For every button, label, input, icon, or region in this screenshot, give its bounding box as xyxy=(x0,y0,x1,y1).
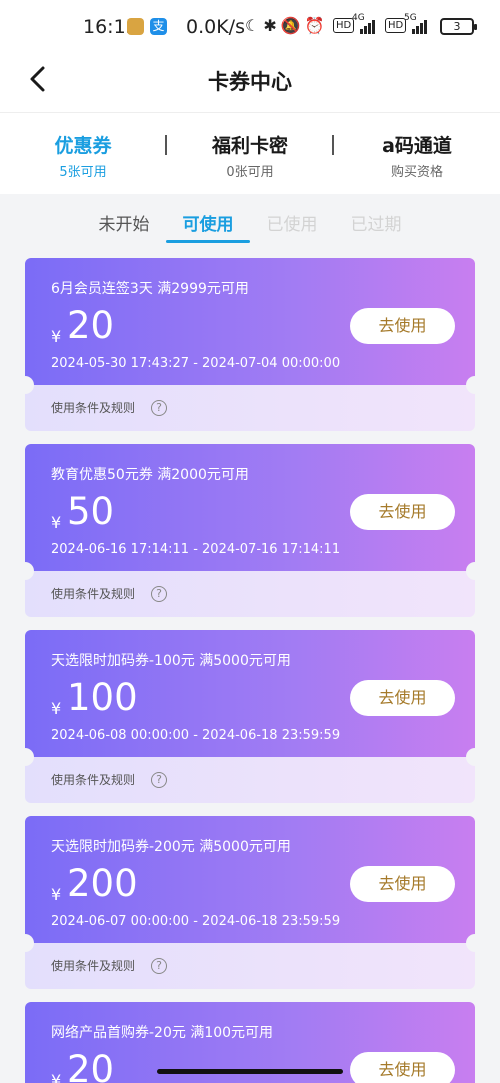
currency-symbol: ¥ xyxy=(51,327,62,346)
tab-expired[interactable]: 已过期 xyxy=(334,210,418,235)
category-welfare-codes[interactable]: 福利卡密 0张可用 xyxy=(170,131,330,180)
coupon-card: 6月会员连签3天 满2999元可用 ¥ 20 2024-05-30 17:43:… xyxy=(25,258,475,431)
coupon-amount: 20 xyxy=(67,304,115,347)
help-icon[interactable]: ? xyxy=(151,958,167,974)
coupon-title: 网络产品首购券-20元 满100元可用 xyxy=(51,1025,274,1041)
coupon-amount: 50 xyxy=(67,490,115,533)
app-notification-icon xyxy=(127,18,144,35)
use-coupon-button[interactable]: 去使用 xyxy=(350,494,455,530)
currency-symbol: ¥ xyxy=(51,885,62,904)
status-tabs: 未开始 可使用 已使用 已过期 xyxy=(0,194,500,250)
tab-not-started[interactable]: 未开始 xyxy=(82,210,166,235)
battery-icon: 3 xyxy=(440,18,477,35)
coupon-validity: 2024-06-07 00:00:00 - 2024-06-18 23:59:5… xyxy=(51,914,341,929)
coupon-card: 天选限时加码券-100元 满5000元可用 ¥ 100 2024-06-08 0… xyxy=(25,630,475,803)
currency-symbol: ¥ xyxy=(51,1071,62,1083)
currency-symbol: ¥ xyxy=(51,699,62,718)
status-bar: 16:15 支 0.0K/s ☾✱🔕⏰ HD 4G HD 5G 3 xyxy=(0,0,500,54)
coupon-title: 天选限时加码券-100元 满5000元可用 xyxy=(51,653,291,669)
use-coupon-button[interactable]: 去使用 xyxy=(350,308,455,344)
coupon-amount: 20 xyxy=(67,1048,115,1083)
use-coupon-button[interactable]: 去使用 xyxy=(350,866,455,902)
page-title: 卡券中心 xyxy=(208,70,292,94)
tab-used[interactable]: 已使用 xyxy=(250,210,334,235)
coupon-card: 天选限时加码券-200元 满5000元可用 ¥ 200 2024-06-07 0… xyxy=(25,816,475,989)
category-name: 福利卡密 xyxy=(211,135,288,157)
signal-icon xyxy=(360,20,378,34)
coupon-rules-link[interactable]: 使用条件及规则 xyxy=(51,585,135,602)
category-sub: 购买资格 xyxy=(390,165,443,180)
coupon-title: 教育优惠50元券 满2000元可用 xyxy=(51,467,249,483)
category-sub: 5张可用 xyxy=(59,165,107,180)
signal-icon-2 xyxy=(412,20,430,34)
category-sub: 0张可用 xyxy=(226,165,274,180)
active-tab-indicator xyxy=(166,240,250,243)
coupon-validity: 2024-06-08 00:00:00 - 2024-06-18 23:59:5… xyxy=(51,728,341,743)
divider xyxy=(165,135,167,155)
category-name: a码通道 xyxy=(382,135,452,157)
category-tabs: 优惠券 5张可用 福利卡密 0张可用 a码通道 购买资格 xyxy=(0,112,500,194)
category-coupons[interactable]: 优惠券 5张可用 xyxy=(3,131,163,180)
coupon-amount: 100 xyxy=(67,676,138,719)
use-coupon-button[interactable]: 去使用 xyxy=(350,680,455,716)
help-icon[interactable]: ? xyxy=(151,400,167,416)
network-speed: 0.0K/s xyxy=(186,16,245,38)
coupon-rules-link[interactable]: 使用条件及规则 xyxy=(51,399,135,416)
coupon-validity: 2024-05-30 17:43:27 - 2024-07-04 00:00:0… xyxy=(51,356,341,371)
status-icons: ☾✱🔕⏰ xyxy=(245,16,329,35)
help-icon[interactable]: ? xyxy=(151,772,167,788)
coupon-card: 教育优惠50元券 满2000元可用 ¥ 50 2024-06-16 17:14:… xyxy=(25,444,475,617)
header: 卡券中心 xyxy=(0,54,500,112)
coupon-validity: 2024-06-16 17:14:11 - 2024-07-16 17:14:1… xyxy=(51,542,341,557)
coupon-rules-link[interactable]: 使用条件及规则 xyxy=(51,957,135,974)
category-name: 优惠券 xyxy=(54,135,112,157)
home-indicator[interactable] xyxy=(157,1069,343,1074)
category-a-code[interactable]: a码通道 购买资格 xyxy=(337,131,497,180)
tab-available[interactable]: 可使用 xyxy=(166,210,250,235)
coupon-rules-link[interactable]: 使用条件及规则 xyxy=(51,771,135,788)
help-icon[interactable]: ? xyxy=(151,586,167,602)
coupon-title: 天选限时加码券-200元 满5000元可用 xyxy=(51,839,291,855)
coupon-amount: 200 xyxy=(67,862,138,905)
use-coupon-button[interactable]: 去使用 xyxy=(350,1052,455,1083)
coupon-title: 6月会员连签3天 满2999元可用 xyxy=(51,281,249,297)
alipay-notification-icon: 支 xyxy=(150,18,167,35)
divider xyxy=(332,135,334,155)
currency-symbol: ¥ xyxy=(51,513,62,532)
